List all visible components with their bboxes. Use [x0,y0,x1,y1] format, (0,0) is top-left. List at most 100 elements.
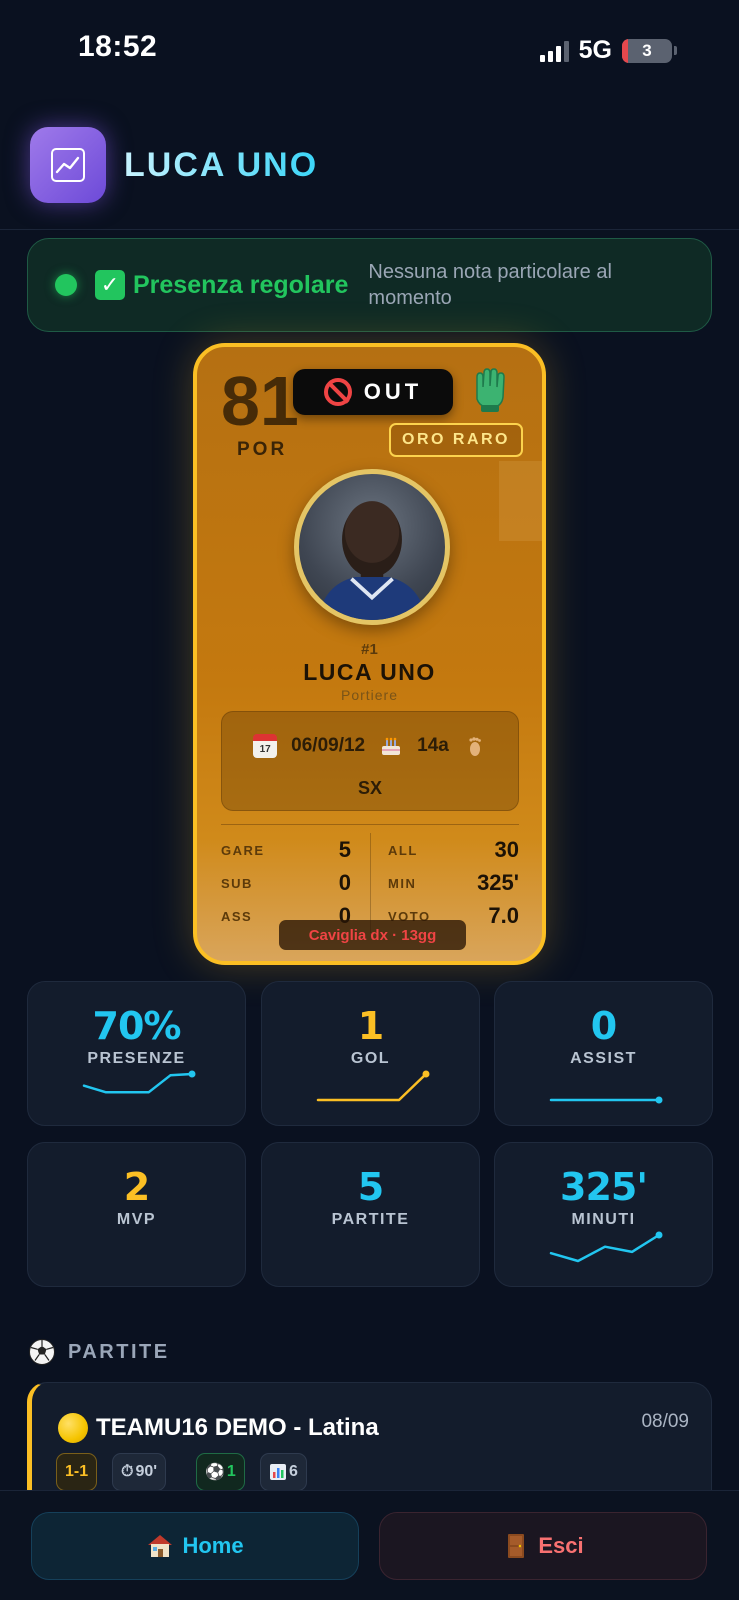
stat-value: 0 [338,870,351,895]
stat-sub: SUB 0 [221,868,351,898]
tile-value: 2 [123,1165,150,1209]
sparkline [549,1096,663,1104]
yellow-circle-icon [58,1413,88,1443]
tile-mvp[interactable]: 2 MVP [27,1142,246,1287]
sparkline-line [549,1233,661,1263]
tile-value: 70% [92,1004,182,1048]
out-badge: OUT [293,369,453,415]
rarity-badge: ORO RARO [389,423,523,457]
match-rating: 6 [289,1463,298,1480]
tile-partite[interactable]: 5 PARTITE [261,1142,480,1287]
tile-value: 1 [357,1004,384,1048]
stat-label: ASS [221,908,253,924]
stat-min: MIN 325' [388,868,519,898]
sparkline-line [82,1072,194,1094]
battery-nub [674,46,677,55]
stopwatch-icon: ⏱ [121,1463,134,1480]
tile-label: PARTITE [331,1211,410,1228]
app-header: LUCA UNO [0,120,739,230]
sparkline [549,1231,663,1263]
rating-chip: 6 [260,1453,307,1491]
presence-note: Nessuna nota particolare al momento [368,261,612,309]
match-score: 1-1 [65,1463,89,1480]
soccer-ball-icon [29,1339,55,1365]
tile-minuti[interactable]: 325' MINUTI [494,1142,713,1287]
status-indicators: 5G 3 [539,36,677,65]
match-date: 08/09 [641,1411,689,1432]
home-label: Home [182,1533,244,1558]
stat-label: GARE [221,842,265,858]
player-name: LUCA UNO [303,659,436,685]
exit-button[interactable]: Esci [379,1512,707,1580]
injury-badge: Caviglia dx · 13gg [279,920,466,950]
stat-value: 325' [477,870,519,895]
chart-line-icon[interactable] [30,127,106,203]
soccer-ball-icon: ⚽ [205,1464,225,1481]
match-name: TEAMU16 DEMO - Latina [96,1414,379,1441]
signal-icon [539,40,569,62]
sparkline-endpoint [188,1070,196,1078]
battery-level: 3 [642,40,652,60]
minutes-chip: ⏱ 90' [112,1453,167,1491]
stat-gare: GARE 5 [221,835,351,865]
presence-banner: ✓ Presenza regolare Nessuna nota partico… [27,238,712,332]
tile-label: ASSIST [570,1050,637,1067]
player-age: 14a [417,735,449,756]
calendar-icon: 17 [253,734,278,758]
prohibited-icon [323,378,352,406]
network-type: 5G [578,36,612,64]
battery-icon: 3 [622,38,672,63]
tile-value: 325' [560,1165,648,1209]
home-button[interactable]: Home [31,1512,359,1580]
status-time: 18:52 [78,30,158,63]
preferred-foot: SX [357,778,382,798]
exit-label: Esci [538,1533,584,1558]
tile-label: MVP [116,1211,157,1228]
tile-label: PRESENZE [87,1050,186,1067]
player-number: #1 [361,641,378,658]
tile-label: MINUTI [571,1211,636,1228]
sparkline [82,1070,196,1094]
stat-all: ALL 30 [388,835,519,865]
match-goals: 1 [226,1463,236,1480]
stat-value: 30 [494,837,519,862]
door-icon [508,1534,525,1558]
page-title: LUCA UNO [124,146,319,184]
match-title: TEAMU16 DEMO - Latina [58,1413,379,1443]
out-label: OUT [363,379,423,404]
card-vertical-divider [370,833,371,933]
sparkline-endpoint [422,1070,430,1078]
status-bar: 18:52 5G 3 [0,0,739,100]
section-title: PARTITE [68,1340,170,1363]
tile-gol[interactable]: 1 GOL [261,981,480,1126]
tile-assist[interactable]: 0 ASSIST [494,981,713,1126]
presence-label: Presenza regolare [133,270,349,299]
sparkline-endpoint [655,1096,663,1104]
match-minutes: 90' [135,1463,158,1480]
tile-label: GOL [350,1050,391,1067]
player-role: Portiere [340,687,399,703]
card-divider [221,824,519,825]
tile-value: 5 [357,1165,384,1209]
presence-status: ✓ Presenza regolare [95,270,348,300]
sparkline-line [316,1072,428,1102]
check-icon: ✓ [95,270,125,300]
stat-label: MIN [388,875,417,891]
stat-value: 7.0 [488,903,519,928]
player-card[interactable]: 81 POR OUT ORO RARO #1 LUCA UNO Portiere… [193,343,546,965]
stat-label: ALL [388,842,418,858]
stat-label: SUB [221,875,253,891]
presence-dot [55,274,77,296]
tile-value: 0 [590,1004,617,1048]
section-header-partite: PARTITE [28,1338,170,1366]
tile-presenze[interactable]: 70% PRESENZE [27,981,246,1126]
foot-icon [469,737,481,756]
player-avatar [294,469,450,625]
card-rating: 81 [221,362,299,440]
bottom-nav: Home Esci [0,1490,739,1600]
player-info-box: 17 06/09/12 14a SX [221,711,519,811]
card-shine [499,461,542,541]
goalkeeper-glove-icon [476,368,505,412]
stat-value: 5 [338,837,351,862]
bar-chart-icon [270,1464,286,1480]
